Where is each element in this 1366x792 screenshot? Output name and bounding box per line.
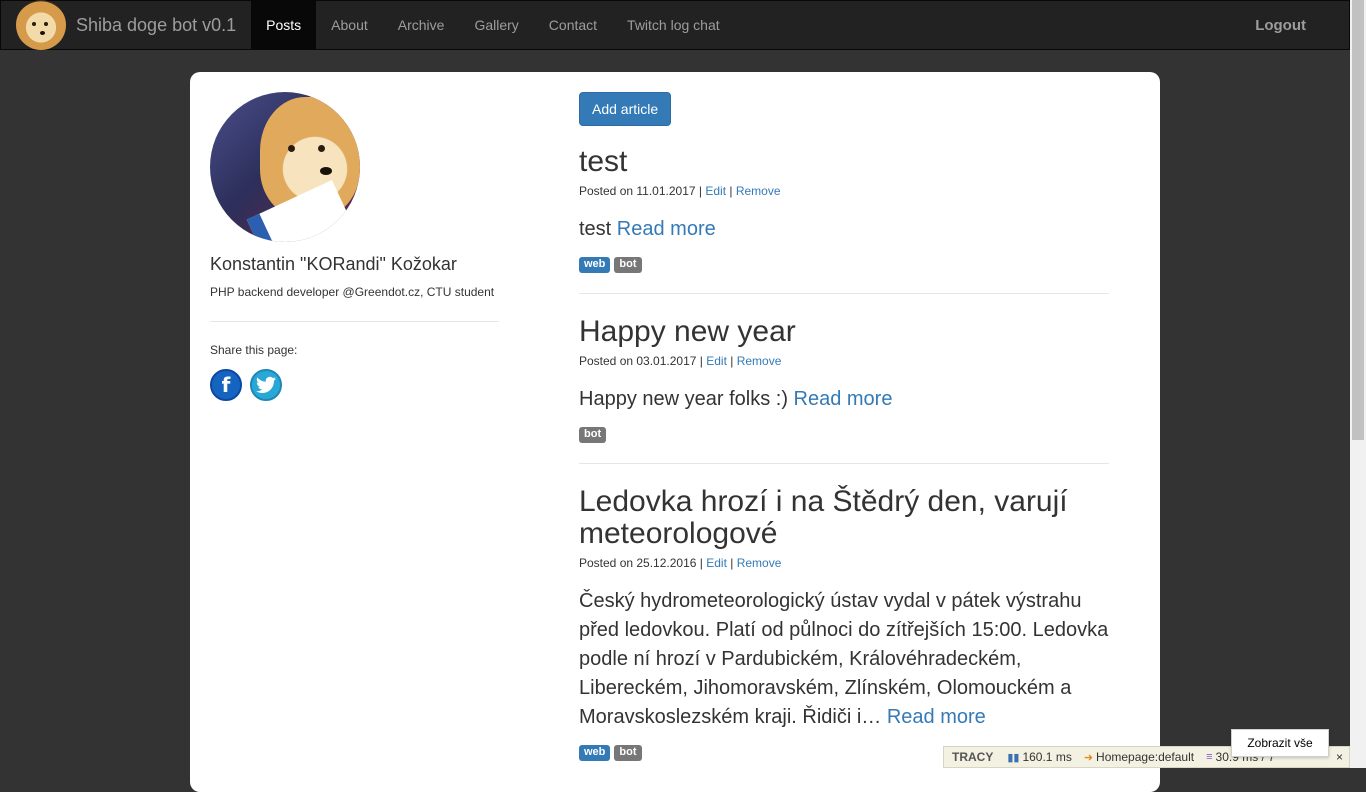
- read-more-link[interactable]: Read more: [794, 388, 893, 410]
- sidebar-divider: [210, 321, 499, 322]
- nav-item-archive[interactable]: Archive: [383, 1, 460, 49]
- nav-item-about[interactable]: About: [316, 1, 383, 49]
- profile-avatar: [210, 92, 360, 242]
- post-item: Happy new year Posted on 03.01.2017 | Ed…: [579, 316, 1109, 464]
- nav-item-contact[interactable]: Contact: [534, 1, 612, 49]
- tag-badge[interactable]: web: [579, 745, 611, 761]
- tag-badge[interactable]: web: [579, 257, 611, 273]
- post-title[interactable]: test: [579, 146, 1109, 178]
- post-item: test Posted on 11.01.2017 | Edit | Remov…: [579, 146, 1109, 294]
- profile-name: Konstantin "KORandi" Kožokar: [210, 254, 457, 274]
- scrollbar-thumb[interactable]: [1352, 0, 1364, 440]
- post-tags: web bot: [579, 257, 1109, 293]
- post-excerpt: Happy new year folks :) Read more: [579, 388, 893, 410]
- main-nav: Posts About Archive Gallery Contact Twit…: [251, 1, 735, 49]
- remove-link[interactable]: Remove: [737, 556, 782, 570]
- post-title[interactable]: Ledovka hrozí i na Štědrý den, varují me…: [579, 486, 1109, 550]
- nav-item-posts[interactable]: Posts: [251, 1, 317, 49]
- post-date: 03.01.2017: [636, 354, 697, 368]
- posts-main: Add article test Posted on 11.01.2017 | …: [579, 92, 1109, 781]
- post-tags: bot: [579, 427, 1109, 463]
- close-icon[interactable]: ×: [1330, 750, 1349, 764]
- nav-item-gallery[interactable]: Gallery: [459, 1, 533, 49]
- share-label: Share this page:: [210, 343, 298, 357]
- top-navbar: Shiba doge bot v0.1 Posts About Archive …: [0, 0, 1350, 50]
- post-date: 11.01.2017: [636, 184, 696, 198]
- edit-link[interactable]: Edit: [705, 184, 726, 198]
- profile-sidebar: Konstantin "KORandi" Kožokar PHP backend…: [210, 92, 500, 401]
- database-icon: ≡: [1206, 751, 1213, 763]
- nav-item-twitch-log-chat[interactable]: Twitch log chat: [612, 1, 735, 49]
- arrow-icon: ➜: [1083, 751, 1094, 764]
- remove-link[interactable]: Remove: [736, 184, 781, 198]
- post-item: Ledovka hrozí i na Štědrý den, varují me…: [579, 486, 1109, 781]
- remove-link[interactable]: Remove: [737, 354, 782, 368]
- logout-link[interactable]: Logout: [1255, 1, 1349, 49]
- facebook-icon[interactable]: f: [210, 369, 242, 401]
- tracy-logo[interactable]: TRACY: [944, 750, 1001, 764]
- tracy-time-panel[interactable]: ▮▮ 160.1 ms: [1001, 750, 1077, 764]
- post-excerpt: test Read more: [579, 218, 716, 240]
- read-more-link[interactable]: Read more: [617, 218, 716, 240]
- tag-badge[interactable]: bot: [614, 745, 642, 761]
- brand-link[interactable]: Shiba doge bot v0.1: [1, 0, 237, 50]
- tag-badge[interactable]: bot: [614, 257, 642, 273]
- brand-title: Shiba doge bot v0.1: [76, 14, 237, 35]
- post-title[interactable]: Happy new year: [579, 316, 1109, 348]
- read-more-link[interactable]: Read more: [887, 706, 986, 728]
- post-date: 25.12.2016: [636, 556, 697, 570]
- edit-link[interactable]: Edit: [706, 556, 727, 570]
- bar-chart-icon: ▮▮: [1007, 751, 1020, 764]
- post-meta: Posted on 03.01.2017 | Edit | Remove: [579, 354, 782, 368]
- edit-link[interactable]: Edit: [706, 354, 727, 368]
- profile-bio: PHP backend developer @Greendot.cz, CTU …: [210, 285, 495, 299]
- twitter-icon[interactable]: [250, 369, 282, 401]
- post-meta: Posted on 25.12.2016 | Edit | Remove: [579, 556, 782, 570]
- tag-badge[interactable]: bot: [579, 427, 607, 443]
- content-card: Konstantin "KORandi" Kožokar PHP backend…: [190, 72, 1160, 792]
- doge-logo-icon: [16, 0, 66, 50]
- share-icons: f: [210, 369, 500, 401]
- tracy-route-panel[interactable]: ➜ Homepage:default: [1078, 750, 1200, 764]
- post-excerpt: Český hydrometeorologický ústav vydal v …: [579, 590, 1109, 728]
- show-all-button[interactable]: Zobrazit vše: [1231, 729, 1329, 757]
- post-meta: Posted on 11.01.2017 | Edit | Remove: [579, 184, 781, 198]
- add-article-button[interactable]: Add article: [579, 92, 672, 126]
